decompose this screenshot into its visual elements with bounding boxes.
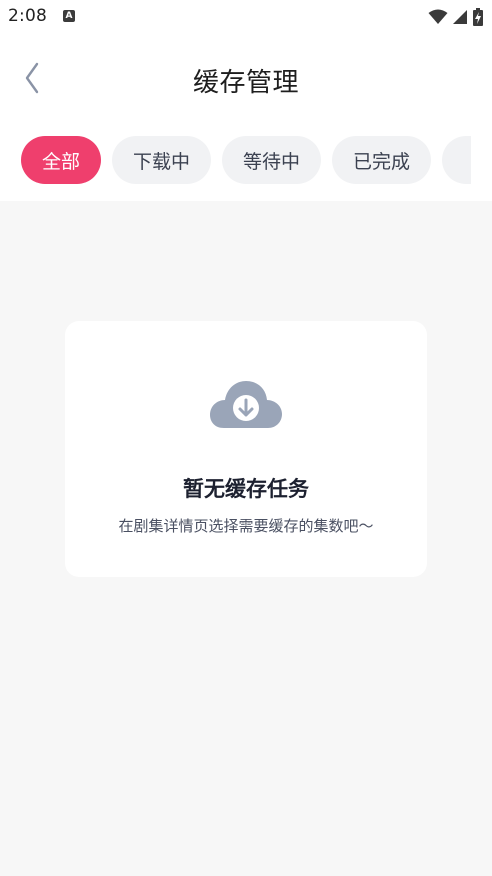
empty-state-description: 在剧集详情页选择需要缓存的集数吧～ (118, 517, 374, 535)
status-time: 2:08 (8, 6, 47, 26)
tab-completed[interactable]: 已完成 (332, 136, 431, 184)
app-notification-icon: A (63, 10, 75, 22)
status-indicators (428, 7, 484, 27)
tab-failed[interactable]: 失败 (442, 136, 471, 184)
signal-icon (453, 10, 467, 24)
header: 缓存管理 (0, 46, 492, 112)
empty-state-title: 暂无缓存任务 (183, 477, 309, 501)
empty-state-card: 暂无缓存任务 在剧集详情页选择需要缓存的集数吧～ (65, 321, 427, 577)
tab-waiting[interactable]: 等待中 (222, 136, 321, 184)
filter-tabs: 全部 下载中 等待中 已完成 失败 (21, 136, 471, 186)
tab-all[interactable]: 全部 (21, 136, 101, 184)
cloud-download-icon (210, 381, 282, 428)
page-title: 缓存管理 (192, 68, 299, 98)
battery-icon (473, 8, 483, 26)
status-bar: 2:08 A (0, 0, 492, 34)
tab-downloading[interactable]: 下载中 (112, 136, 211, 184)
wifi-icon (428, 9, 448, 24)
